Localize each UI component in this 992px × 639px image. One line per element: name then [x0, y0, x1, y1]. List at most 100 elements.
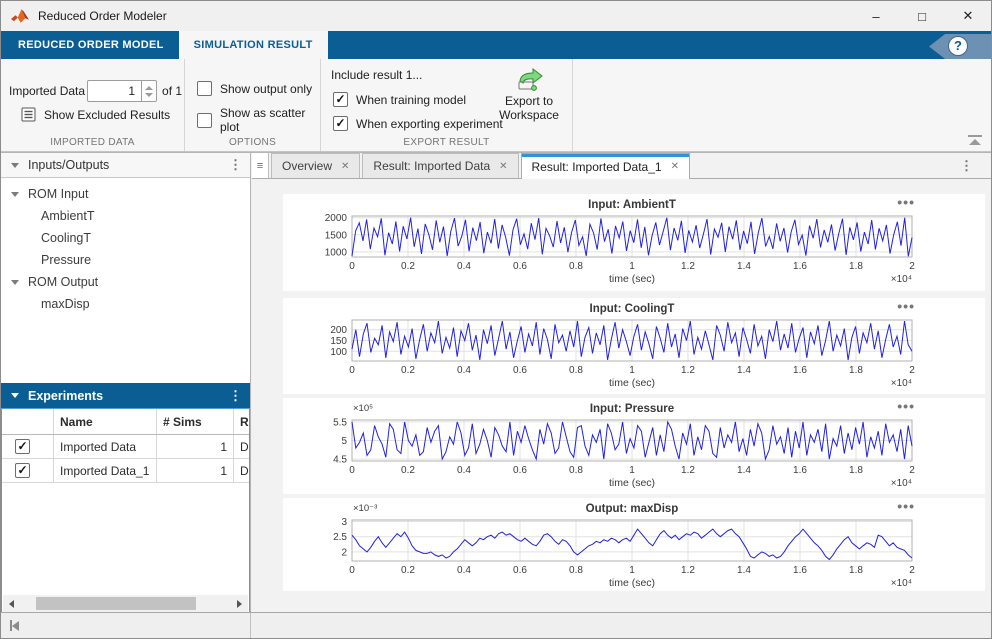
checkbox-column-header: [2, 409, 54, 434]
tree-item-rom-input[interactable]: ROM Input: [1, 183, 250, 205]
document-overflow-menu-icon[interactable]: ⋮: [960, 158, 973, 174]
sims-column-header[interactable]: # Sims: [157, 409, 234, 434]
svg-text:1.4: 1.4: [737, 465, 751, 476]
tree-expander-icon[interactable]: [11, 192, 19, 197]
chart-options-button[interactable]: •••: [897, 196, 915, 208]
name-column-header[interactable]: Name: [54, 409, 157, 434]
help-button[interactable]: ?: [929, 34, 991, 59]
svg-text:0.8: 0.8: [569, 565, 583, 576]
chart-options-button[interactable]: •••: [897, 500, 915, 512]
row-checkbox[interactable]: [15, 439, 30, 454]
show-output-only-checkbox[interactable]: [197, 81, 212, 96]
scroll-left-button[interactable]: [3, 595, 20, 612]
show-excluded-results-button[interactable]: Show Excluded Results: [21, 107, 184, 122]
experiment-result: Da: [234, 459, 249, 482]
chart-options-button[interactable]: •••: [897, 300, 915, 312]
spinner-suffix: of 1: [162, 84, 182, 98]
close-tab-icon[interactable]: ✕: [671, 161, 679, 172]
list-icon: [21, 107, 36, 122]
svg-text:×10⁴: ×10⁴: [891, 478, 912, 489]
scroll-right-button[interactable]: [231, 595, 248, 612]
svg-text:1.6: 1.6: [793, 465, 807, 476]
when-training-model-checkbox[interactable]: [333, 92, 348, 107]
row-checkbox[interactable]: [15, 463, 30, 478]
chart-output-maxdisp: ••• 00.20.40.60.811.21.41.61.8222.53Outp…: [283, 498, 985, 591]
svg-text:0.4: 0.4: [457, 565, 471, 576]
horizontal-scrollbar[interactable]: [3, 595, 248, 612]
svg-text:time (sec): time (sec): [609, 477, 655, 489]
experiment-result: Da: [234, 435, 249, 458]
svg-text:0.6: 0.6: [513, 465, 527, 476]
tree-item-ambientt[interactable]: AmbientT: [1, 205, 250, 227]
svg-text:1.2: 1.2: [681, 465, 695, 476]
svg-text:×10⁴: ×10⁴: [891, 578, 912, 589]
svg-text:1500: 1500: [325, 230, 348, 241]
svg-text:4.5: 4.5: [333, 455, 347, 466]
inputs-outputs-menu-icon[interactable]: ⋮: [229, 157, 242, 173]
export-label-line2: Workspace: [492, 108, 566, 122]
svg-text:0: 0: [349, 465, 355, 476]
document-bar-menu-button[interactable]: ≡: [252, 153, 269, 178]
experiment-name: Imported Data: [54, 435, 157, 458]
scrollbar-thumb[interactable]: [36, 597, 196, 610]
tab-overview[interactable]: Overview ✕: [271, 153, 360, 178]
table-row[interactable]: Imported Data 1 Da: [2, 435, 249, 459]
export-to-workspace-button[interactable]: Export to Workspace: [492, 67, 566, 122]
scroll-left-icon: [9, 600, 14, 608]
svg-text:3: 3: [341, 517, 347, 528]
svg-text:1.6: 1.6: [793, 565, 807, 576]
when-training-model-label: When training model: [356, 93, 466, 107]
maximize-button[interactable]: □: [899, 1, 945, 31]
tree-item-coolingt[interactable]: CoolingT: [1, 227, 250, 249]
svg-text:Output: maxDisp: Output: maxDisp: [586, 503, 679, 515]
collapse-toolstrip-button[interactable]: [968, 135, 982, 146]
tab-reduced-order-model[interactable]: REDUCED ORDER MODEL: [3, 31, 179, 59]
scroll-right-icon: [237, 600, 242, 608]
show-output-only-label: Show output only: [220, 82, 312, 96]
svg-text:0.6: 0.6: [513, 261, 527, 272]
svg-text:×10⁵: ×10⁵: [353, 403, 373, 414]
tree-item-maxdisp[interactable]: maxDisp: [1, 293, 250, 315]
svg-text:0.2: 0.2: [401, 565, 415, 576]
tab-result-imported-data[interactable]: Result: Imported Data ✕: [362, 153, 518, 178]
collapse-left-panel-button[interactable]: [10, 620, 19, 631]
when-exporting-experiment-label: When exporting experiment: [356, 117, 503, 131]
tab-simulation-result[interactable]: SIMULATION RESULT: [179, 31, 328, 59]
tab-label: Overview: [282, 159, 332, 173]
chart-options-button[interactable]: •••: [897, 400, 915, 412]
svg-text:0.2: 0.2: [401, 465, 415, 476]
show-as-scatter-plot-checkbox[interactable]: [197, 113, 212, 128]
scrollbar-track[interactable]: [20, 595, 231, 612]
tab-result-imported-data-1[interactable]: Result: Imported Data_1 ✕: [521, 153, 690, 179]
inputs-outputs-header[interactable]: Inputs/Outputs ⋮: [1, 153, 250, 178]
tree-item-pressure[interactable]: Pressure: [1, 249, 250, 271]
experiments-menu-icon[interactable]: ⋮: [229, 388, 242, 404]
imported-data-spinner[interactable]: 1: [87, 80, 141, 102]
minimize-button[interactable]: –: [853, 1, 899, 31]
tree-item-rom-output[interactable]: ROM Output: [1, 271, 250, 293]
group-imported-data: Imported Data 1 of 1 Show Excluded Resul…: [1, 59, 185, 151]
show-excluded-results-label: Show Excluded Results: [44, 108, 170, 122]
svg-text:0.2: 0.2: [401, 365, 415, 376]
svg-text:0: 0: [349, 261, 355, 272]
experiments-header[interactable]: Experiments ⋮: [1, 383, 250, 408]
close-tab-icon[interactable]: ✕: [341, 161, 349, 172]
spinner-arrows[interactable]: [141, 80, 157, 102]
svg-text:time (sec): time (sec): [609, 273, 655, 285]
svg-text:200: 200: [330, 325, 347, 336]
svg-text:0.4: 0.4: [457, 365, 471, 376]
tree-expander-icon[interactable]: [11, 280, 19, 285]
when-exporting-experiment-checkbox[interactable]: [333, 116, 348, 131]
table-row[interactable]: Imported Data_1 1 Da: [2, 459, 249, 483]
collapse-panel-icon: [11, 393, 19, 398]
result-column-header[interactable]: Re: [234, 409, 249, 434]
include-result-caption: Include result 1...: [331, 68, 422, 82]
status-bar: [1, 612, 991, 638]
tree-item-label: AmbientT: [41, 209, 95, 223]
collapse-icon: [968, 135, 982, 137]
maximize-icon: □: [918, 9, 926, 24]
svg-text:1: 1: [629, 261, 635, 272]
tree-item-label: maxDisp: [41, 297, 90, 311]
close-tab-icon[interactable]: ✕: [499, 161, 507, 172]
close-button[interactable]: ✕: [945, 1, 991, 31]
